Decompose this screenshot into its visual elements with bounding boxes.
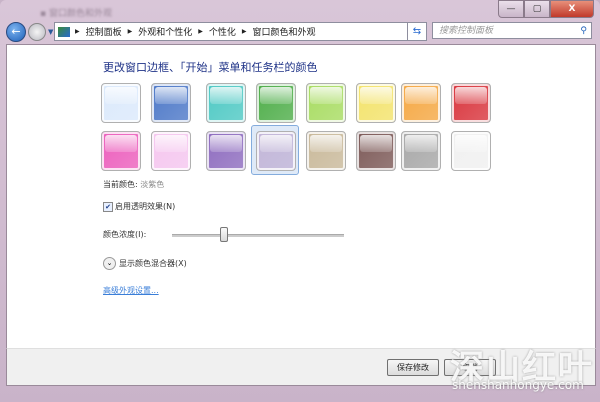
color-swatch-lime[interactable] <box>306 83 346 123</box>
color-swatch-fuchsia[interactable] <box>101 131 141 171</box>
color-swatch-sky[interactable] <box>101 83 141 123</box>
watermark-url: shenshanhongye.com <box>452 378 584 392</box>
content-pane: 更改窗口边框、「开始」菜单和任务栏的颜色 当前颜色: 淡紫色 ✔ 启用透明效果(… <box>6 44 596 386</box>
color-swatch-sun[interactable] <box>356 83 396 123</box>
control-panel-icon <box>58 26 70 37</box>
breadcrumb-item[interactable]: 窗口颜色和外观 <box>253 25 316 38</box>
transparency-checkbox[interactable]: ✔ <box>103 202 113 212</box>
color-swatch-violet[interactable] <box>206 131 246 171</box>
color-swatch-taupe[interactable] <box>306 131 346 171</box>
current-color: 当前颜色: 淡紫色 <box>103 180 165 189</box>
window-title: ▪ 窗口颜色和外观 <box>40 9 112 19</box>
color-swatch-frost[interactable] <box>451 131 491 171</box>
color-mixer-toggle[interactable]: 显示颜色混合器(X) <box>119 258 187 269</box>
window: ▪ 窗口颜色和外观 — ▢ X ← ▼ ▶ 控制面板 ▶ 外观和个性化 ▶ 个性化 ▶… <box>0 0 600 402</box>
expand-chevron-icon[interactable]: ⌄ <box>103 257 116 270</box>
intensity-slider-thumb[interactable] <box>219 227 228 242</box>
search-icon[interactable]: ⚲ <box>580 23 587 40</box>
save-button[interactable]: 保存修改 <box>387 359 439 376</box>
color-swatch-ruby[interactable] <box>451 83 491 123</box>
forward-button[interactable] <box>28 23 46 41</box>
color-swatch-blush[interactable] <box>151 131 191 171</box>
maximize-button[interactable]: ▢ <box>524 0 550 18</box>
color-swatch-leaf[interactable] <box>256 83 296 123</box>
address-bar[interactable]: ▶控制面板 ▶外观和个性化 ▶个性化 ▶窗口颜色和外观 ▼ <box>54 22 426 41</box>
color-swatch-sea[interactable] <box>206 83 246 123</box>
breadcrumb-item[interactable]: 外观和个性化 <box>138 25 192 38</box>
intensity-slider-track[interactable] <box>172 234 344 237</box>
advanced-appearance-link[interactable]: 高级外观设置... <box>103 285 159 296</box>
close-button[interactable]: X <box>550 0 594 18</box>
breadcrumb-item[interactable]: 控制面板 <box>86 25 122 38</box>
color-swatch-pumpkin[interactable] <box>401 83 441 123</box>
recent-pages-dropdown[interactable]: ▼ <box>48 28 53 36</box>
breadcrumb-item[interactable]: 个性化 <box>209 25 236 38</box>
minimize-button[interactable]: — <box>498 0 524 18</box>
color-swatch-twilight[interactable] <box>151 83 191 123</box>
color-swatch-slate[interactable] <box>401 131 441 171</box>
search-input[interactable]: 搜索控制面板 ⚲ <box>432 22 592 39</box>
page-title: 更改窗口边框、「开始」菜单和任务栏的颜色 <box>103 61 318 74</box>
color-swatch-lavender[interactable] <box>256 131 296 171</box>
transparency-label: 启用透明效果(N) <box>115 202 176 211</box>
refresh-button[interactable]: ⇆ <box>407 22 427 41</box>
color-swatch-chocolate[interactable] <box>356 131 396 171</box>
intensity-label: 颜色浓度(I): <box>103 230 147 239</box>
back-button[interactable]: ← <box>6 22 26 42</box>
